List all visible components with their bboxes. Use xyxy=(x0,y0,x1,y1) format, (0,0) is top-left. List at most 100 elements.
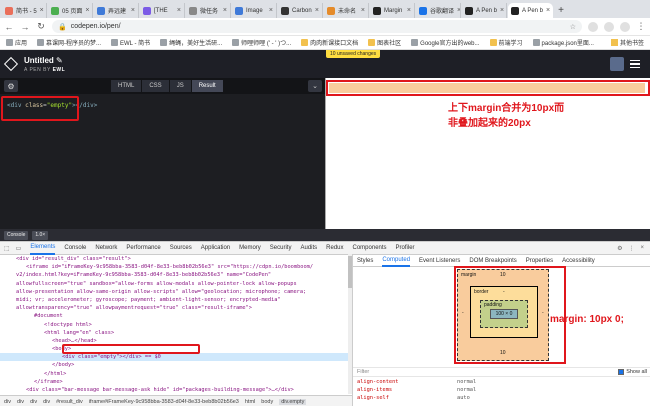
gear-icon[interactable]: ⚙ xyxy=(4,80,18,92)
extension-icon[interactable] xyxy=(588,21,598,32)
browser-tab[interactable]: [THE × xyxy=(140,3,185,18)
devtools-tab-memory[interactable]: Memory xyxy=(239,245,261,251)
dom-node-line[interactable]: <div class="bar-message bar-message-ask … xyxy=(0,386,348,394)
zoom-button[interactable]: 1.0× xyxy=(32,230,49,240)
breadcrumb-item[interactable]: #result_div xyxy=(56,399,83,405)
sidebar-tab-properties[interactable]: Properties xyxy=(526,258,553,264)
dom-node-line[interactable]: </html> xyxy=(0,370,348,378)
close-icon[interactable]: × xyxy=(315,7,319,14)
hamburger-menu-icon[interactable] xyxy=(630,60,640,68)
close-icon[interactable]: × xyxy=(85,7,89,14)
menu-icon[interactable]: ⋮ xyxy=(636,21,646,32)
browser-tab[interactable]: 简书 - 5 × xyxy=(2,3,47,18)
breadcrumb-item[interactable]: div xyxy=(4,399,11,405)
close-icon[interactable]: × xyxy=(546,7,550,14)
chevron-down-icon[interactable]: ⌄ xyxy=(308,80,322,92)
browser-tab[interactable]: A Pen b × xyxy=(508,3,553,18)
bookmark-item[interactable]: 师哩师哩 (' - ' )つ... xyxy=(232,38,291,47)
breadcrumb-item[interactable]: body xyxy=(261,399,273,405)
settings-icon[interactable]: ⚙ xyxy=(617,245,622,252)
editor-tab-css[interactable]: CSS xyxy=(142,80,169,92)
devtools-tab-redux[interactable]: Redux xyxy=(326,245,343,251)
dom-node-line[interactable]: v2/index.html?key=iFrameKey-9c958bba-358… xyxy=(0,271,348,279)
inspect-icon[interactable]: ⬚ xyxy=(4,245,10,252)
reload-icon[interactable]: ↻ xyxy=(36,21,46,32)
sidebar-tab-computed[interactable]: Computed xyxy=(382,255,411,267)
breadcrumb-item[interactable]: div.empty xyxy=(279,398,307,405)
bookmark-item[interactable]: Google官方出的web... xyxy=(411,38,480,47)
forward-icon[interactable]: → xyxy=(20,22,30,32)
browser-tab[interactable]: 未命名 × xyxy=(324,3,369,18)
close-icon[interactable]: × xyxy=(500,7,504,14)
browser-tab[interactable]: 弄远建 × xyxy=(94,3,139,18)
computed-property-row[interactable]: align-content normal xyxy=(353,379,650,387)
checkbox-icon[interactable] xyxy=(618,369,625,375)
devtools-tab-application[interactable]: Application xyxy=(201,245,230,251)
browser-tab[interactable]: Image × xyxy=(232,3,277,18)
bookmark-item[interactable]: 肉肉新课接口文档 xyxy=(301,38,358,47)
browser-tab[interactable]: 谷歌翻译 × xyxy=(416,3,461,18)
bookmark-item[interactable]: 图表社区 xyxy=(368,38,401,47)
bookmark-item[interactable]: EWL - 简书 xyxy=(111,38,150,47)
dom-node-line[interactable]: allowtransparency="true" allowpaymentreq… xyxy=(0,304,348,312)
sidebar-tab-dom-breakpoints[interactable]: DOM Breakpoints xyxy=(469,258,516,264)
extension-icon[interactable] xyxy=(604,21,614,32)
elements-scrollbar[interactable] xyxy=(348,254,352,394)
computed-property-row[interactable]: align-self auto xyxy=(353,395,650,403)
pen-title[interactable]: Untitled ✎ xyxy=(24,56,65,65)
browser-tab[interactable]: 05 页面 × xyxy=(48,3,93,18)
sidebar-tab-styles[interactable]: Styles xyxy=(357,258,373,264)
dom-node-line[interactable]: <iframe id="iFrameKey-9c958bba-3583-d04f… xyxy=(0,263,348,271)
editor-tab-html[interactable]: HTML xyxy=(111,80,142,92)
show-all-toggle[interactable]: Show all xyxy=(618,369,647,375)
more-icon[interactable]: ⋮ xyxy=(628,245,634,252)
computed-filter[interactable]: Filter Show all xyxy=(353,367,650,377)
close-icon[interactable]: × xyxy=(361,7,365,14)
computed-property-row[interactable]: align-items normal xyxy=(353,387,650,395)
browser-tab[interactable]: Carbon × xyxy=(278,3,323,18)
dom-node-line[interactable]: allowfullscreen="true" sandbox="allow-fo… xyxy=(0,280,348,288)
breadcrumb-item[interactable]: div xyxy=(17,399,24,405)
elements-tree[interactable]: <div id="result_div" class="result"> <ifr… xyxy=(0,255,348,395)
dom-node-line[interactable]: midi; vr; accelerometer; gyroscope; paym… xyxy=(0,296,348,304)
bookmark-item[interactable]: 前端学习 xyxy=(489,38,523,47)
close-icon[interactable]: × xyxy=(131,7,135,14)
close-icon[interactable]: × xyxy=(269,7,273,14)
devtools-tab-security[interactable]: Security xyxy=(270,245,292,251)
codepen-logo-icon[interactable] xyxy=(3,56,19,72)
dom-node-line[interactable]: allow-presentation allow-same-origin all… xyxy=(0,288,348,296)
sidebar-tab-accessibility[interactable]: Accessibility xyxy=(562,258,595,264)
dom-node-line[interactable]: </iframe> xyxy=(0,378,348,386)
devtools-tab-performance[interactable]: Performance xyxy=(126,245,160,251)
close-icon[interactable]: × xyxy=(40,7,44,14)
browser-tab[interactable]: Margin × xyxy=(370,3,415,18)
sidebar-tab-event-listeners[interactable]: Event Listeners xyxy=(419,258,460,264)
devtools-tab-profiler[interactable]: Profiler xyxy=(396,245,415,251)
devtools-tab-audits[interactable]: Audits xyxy=(300,245,317,251)
devtools-tab-sources[interactable]: Sources xyxy=(170,245,192,251)
editor-tab-result[interactable]: Result xyxy=(191,80,223,92)
console-button[interactable]: Console xyxy=(4,230,29,240)
devtools-tab-network[interactable]: Network xyxy=(95,245,117,251)
breadcrumb-item[interactable]: iframe#iFrameKey-9c958bba-3583-d04f-8e33… xyxy=(89,399,239,405)
new-tab-icon[interactable]: + xyxy=(554,3,568,18)
devtools-tab-components[interactable]: Components xyxy=(353,245,387,251)
dom-node-line[interactable]: <div id="result_div" class="result"> xyxy=(0,255,348,263)
extension-icon[interactable] xyxy=(620,21,630,32)
close-icon[interactable]: × xyxy=(640,245,644,252)
close-icon[interactable]: × xyxy=(223,7,227,14)
bookmark-item[interactable]: package.json里面... xyxy=(532,38,594,47)
back-icon[interactable]: ← xyxy=(4,22,14,32)
devtools-tab-console[interactable]: Console xyxy=(64,245,86,251)
bookmark-item[interactable]: 绳蝇，美好生活研... xyxy=(160,38,222,47)
dom-node-line[interactable]: <!doctype html> xyxy=(0,321,348,329)
avatar[interactable] xyxy=(610,57,624,71)
devtools-tab-elements[interactable]: Elements xyxy=(30,242,56,255)
breadcrumb-item[interactable]: html xyxy=(245,399,255,405)
dom-node-line[interactable]: <html lang="en" class> xyxy=(0,329,348,337)
close-icon[interactable]: × xyxy=(457,7,460,14)
dom-node-line[interactable]: <div class="empty"></div> == $0 xyxy=(0,353,348,362)
bookmark-item[interactable]: 应用 xyxy=(6,38,27,47)
address-bar[interactable]: 🔒 codepen.io/pen/ ☆ xyxy=(52,20,582,33)
star-icon[interactable]: ☆ xyxy=(570,23,576,31)
